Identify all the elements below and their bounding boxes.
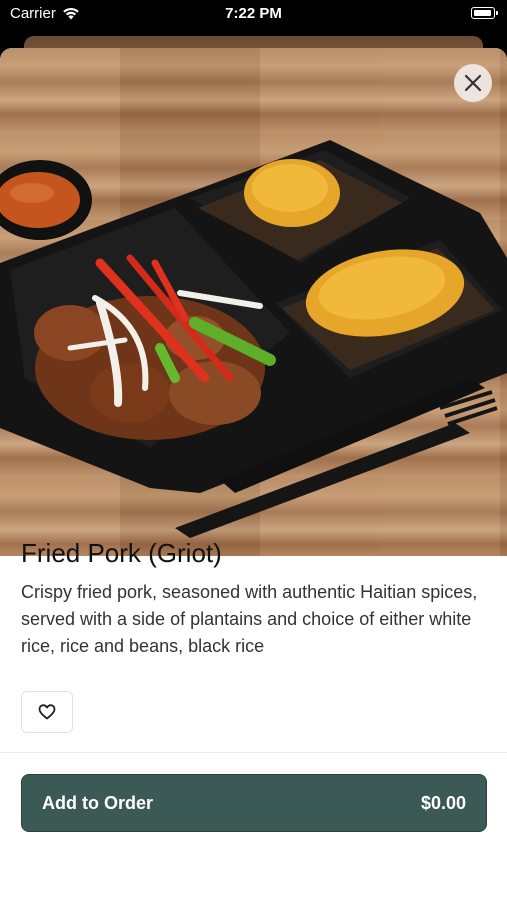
item-photo (0, 48, 507, 556)
footer-divider (0, 752, 507, 753)
status-time: 7:22 PM (225, 5, 282, 22)
status-bar: Carrier 7:22 PM (0, 0, 507, 28)
meal-tray-illustration (0, 140, 507, 538)
item-title: Fried Pork (Griot) (21, 538, 222, 568)
close-button[interactable] (454, 64, 492, 102)
add-to-order-button[interactable]: Add to Order $0.00 (21, 774, 487, 832)
battery-icon (471, 7, 498, 19)
favorite-button[interactable] (21, 691, 73, 733)
screen: Carrier 7:22 PM Fried Pork (Griot) Crisp… (0, 0, 507, 900)
close-icon (464, 74, 482, 92)
add-to-order-label: Add to Order (42, 792, 153, 813)
order-price: $0.00 (420, 792, 466, 813)
item-description: Crispy fried pork, seasoned with authent… (21, 582, 478, 656)
item-info: Fried Pork (Griot) Crispy fried pork, se… (21, 538, 491, 660)
heart-icon (38, 704, 56, 720)
item-detail-sheet: Fried Pork (Griot) Crispy fried pork, se… (0, 48, 507, 900)
